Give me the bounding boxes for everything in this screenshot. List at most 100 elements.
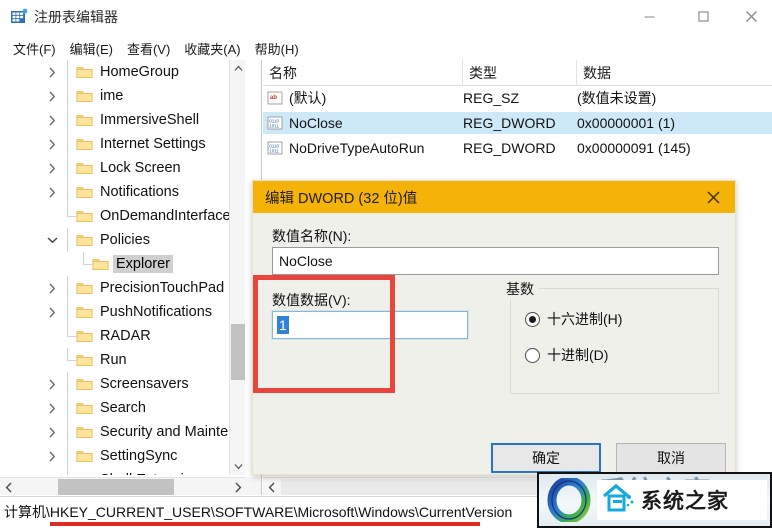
- dialog-close-button[interactable]: [691, 181, 735, 213]
- list-horizontal-scroll-thumb[interactable]: [281, 479, 581, 495]
- value-data-input[interactable]: 1: [271, 310, 469, 340]
- tree-item[interactable]: Security and Mainte: [0, 420, 246, 444]
- chevron-down-icon[interactable]: [44, 228, 60, 252]
- dialog-title: 编辑 DWORD (32 位)值: [265, 190, 418, 207]
- tree-item-label: Run: [100, 352, 127, 368]
- tree-item-label: ImmersiveShell: [100, 112, 200, 128]
- tree-item[interactable]: Shell Extensions: [0, 468, 246, 475]
- column-header-name-label: 名称: [269, 65, 297, 81]
- tree-item[interactable]: HomeGroup: [0, 60, 246, 84]
- window-title: 注册表编辑器: [34, 9, 118, 25]
- tree-item[interactable]: OnDemandInterface: [0, 204, 246, 228]
- tree-vertical-scrollbar[interactable]: [229, 60, 245, 475]
- chevron-right-icon[interactable]: [44, 468, 60, 475]
- radio-decimal-dot: [525, 347, 540, 363]
- tree-item[interactable]: ImmersiveShell: [0, 108, 246, 132]
- folder-icon: [76, 420, 93, 444]
- column-header-name[interactable]: 名称: [263, 60, 463, 86]
- tree-item[interactable]: Lock Screen: [0, 156, 246, 180]
- value-data-cell: (数值未设置): [577, 90, 657, 106]
- tree-item[interactable]: RADAR: [0, 324, 246, 348]
- tree-connector: [60, 396, 76, 420]
- tree-item[interactable]: ime: [0, 84, 246, 108]
- tree-item-label: PushNotifications: [100, 304, 213, 320]
- list-scroll-left-button[interactable]: [263, 478, 280, 495]
- tree-item[interactable]: Explorer: [0, 252, 246, 276]
- chevron-right-icon[interactable]: [44, 84, 60, 108]
- menu-edit[interactable]: 编辑(E): [63, 37, 120, 60]
- tree-connector: [60, 156, 76, 180]
- chevron-right-icon[interactable]: [44, 396, 60, 420]
- ok-button[interactable]: 确定: [491, 443, 601, 473]
- tree-connector: [60, 132, 76, 156]
- chevron-right-icon[interactable]: [44, 276, 60, 300]
- svg-text:1011: 1011: [269, 123, 279, 128]
- close-window-button[interactable]: [728, 0, 772, 32]
- folder-icon: [76, 468, 93, 475]
- tree-horizontal-scrollbar[interactable]: [0, 477, 246, 495]
- menu-file[interactable]: 文件(F): [6, 37, 63, 60]
- tree-item-label: Lock Screen: [100, 160, 181, 176]
- column-header-data[interactable]: 数据: [577, 60, 772, 86]
- chevron-right-icon[interactable]: [44, 300, 60, 324]
- registry-value-row[interactable]: 0110 1011 NoClose REG_DWORD 0x00000001 (1): [263, 112, 772, 134]
- chevron-right-icon[interactable]: [44, 60, 60, 84]
- menu-favorites[interactable]: 收藏夹(A): [177, 37, 247, 60]
- title-bar: 注册表编辑器: [0, 0, 772, 36]
- registry-value-row[interactable]: ab (默认) REG_SZ (数值未设置): [263, 87, 772, 109]
- maximize-button[interactable]: [680, 0, 726, 32]
- column-header-type[interactable]: 类型: [463, 60, 577, 86]
- chevron-right-icon[interactable]: [44, 132, 60, 156]
- menu-view[interactable]: 查看(V): [120, 37, 177, 60]
- tree-item[interactable]: Screensavers: [0, 372, 246, 396]
- tree-item-label: Policies: [100, 232, 150, 248]
- folder-icon: [76, 348, 93, 372]
- tree-item[interactable]: PushNotifications: [0, 300, 246, 324]
- value-name-input[interactable]: NoClose: [272, 247, 719, 275]
- column-header-data-label: 数据: [583, 65, 611, 81]
- folder-icon: [76, 372, 93, 396]
- tree-item[interactable]: PrecisionTouchPad: [0, 276, 246, 300]
- menu-bar: 文件(F) 编辑(E) 查看(V) 收藏夹(A) 帮助(H): [0, 36, 772, 60]
- radio-decimal[interactable]: 十进制(D): [525, 345, 608, 365]
- edit-dword-dialog: 编辑 DWORD (32 位)值 数值名称(N): NoClose 数值数据(V…: [252, 180, 736, 475]
- minimize-button[interactable]: [626, 0, 672, 32]
- tree-item-label: Shell Extensions: [97, 471, 210, 475]
- tree-scroll-down-button[interactable]: [230, 458, 246, 475]
- value-name-text: (默认): [289, 90, 327, 106]
- chevron-right-icon[interactable]: [44, 108, 60, 132]
- chevron-right-icon[interactable]: [44, 156, 60, 180]
- tree-item[interactable]: Internet Settings: [0, 132, 246, 156]
- binary-value-icon: 0110 1011: [267, 116, 284, 131]
- tree-connector: [60, 84, 76, 108]
- tree-item[interactable]: Policies: [0, 228, 246, 252]
- tree-item-label: Notifications: [100, 184, 179, 200]
- tree-scroll-up-button[interactable]: [230, 60, 246, 77]
- watermark-ring-icon: [547, 476, 591, 524]
- tree-scroll-left-button[interactable]: [0, 478, 17, 495]
- tree-item[interactable]: Search: [0, 396, 246, 420]
- menu-help[interactable]: 帮助(H): [248, 37, 306, 60]
- value-name-text: NoClose: [289, 115, 343, 131]
- tree-item[interactable]: Run: [0, 348, 246, 372]
- folder-icon: [76, 204, 93, 228]
- chevron-right-icon[interactable]: [44, 372, 60, 396]
- tree-item[interactable]: Notifications: [0, 180, 246, 204]
- watermark-logo: 系统之家: [537, 472, 772, 528]
- radio-hexadecimal[interactable]: 十六进制(H): [525, 309, 622, 329]
- chevron-right-icon[interactable]: [44, 420, 60, 444]
- tree-connector: [60, 420, 76, 444]
- radio-decimal-label: 十进制(D): [547, 347, 609, 363]
- chevron-right-icon[interactable]: [44, 444, 60, 468]
- tree-scroll-right-button[interactable]: [229, 478, 246, 495]
- registry-value-row[interactable]: 0110 1011 NoDriveTypeAutoRun REG_DWORD 0x000…: [263, 137, 772, 159]
- chevron-right-icon[interactable]: [44, 180, 60, 204]
- cancel-button[interactable]: 取消: [616, 443, 726, 473]
- tree-horizontal-scroll-thumb[interactable]: [58, 479, 174, 495]
- tree-vertical-scroll-thumb[interactable]: [231, 324, 245, 380]
- tree-item[interactable]: SettingSync: [0, 444, 246, 468]
- folder-icon: [76, 156, 93, 180]
